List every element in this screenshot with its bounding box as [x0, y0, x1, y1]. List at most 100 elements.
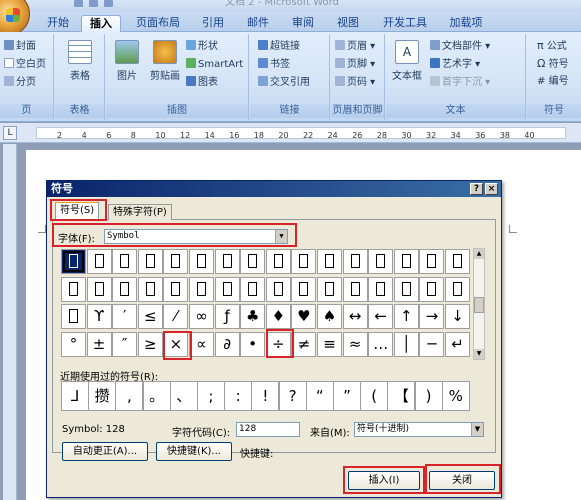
redo-icon[interactable] — [104, 0, 113, 7]
symbol-cell[interactable] — [342, 249, 368, 274]
equation-button[interactable]: π 公式 — [537, 40, 567, 53]
symbol-cell[interactable]: ♣ — [240, 304, 266, 329]
symbol-cell[interactable] — [393, 276, 419, 302]
symbol-cell[interactable] — [112, 249, 138, 274]
dialog-close-icon[interactable]: × — [485, 183, 498, 195]
recent-symbol-cell[interactable]: ) — [414, 381, 443, 411]
recent-symbol-cell[interactable]: % — [441, 381, 470, 411]
recent-symbol-cell[interactable]: ( — [360, 381, 389, 411]
recent-symbol-cell[interactable]: : — [224, 381, 253, 411]
symbol-cell[interactable] — [265, 276, 291, 302]
symbol-cell[interactable]: ≤ — [137, 304, 163, 329]
tab-home[interactable]: 开始 — [38, 15, 78, 32]
recent-symbol-cell[interactable]: ? — [278, 381, 307, 411]
page-break-button[interactable]: 分页 — [4, 76, 36, 89]
symbol-cell[interactable] — [419, 249, 445, 274]
symbol-cell[interactable] — [214, 249, 240, 274]
symbol-cell[interactable] — [445, 276, 470, 302]
bookmark-button[interactable]: 书签 — [258, 58, 290, 71]
font-select[interactable]: Symbol ▼ — [104, 229, 288, 244]
symbol-cell[interactable] — [240, 276, 266, 302]
tab-page-layout[interactable]: 页面布局 — [128, 15, 188, 32]
symbol-cell[interactable]: … — [368, 331, 394, 357]
symbol-cell[interactable] — [61, 304, 86, 329]
recent-symbol-cell[interactable]: “ — [305, 381, 334, 411]
scroll-up-icon[interactable]: ▲ — [474, 249, 484, 259]
recent-symbol-cell[interactable]: 【 — [387, 381, 416, 411]
hyperlink-button[interactable]: 超链接 — [258, 40, 300, 53]
numbering-button[interactable]: # 编号 — [537, 76, 569, 88]
recent-symbol-cell[interactable]: 。 — [142, 381, 171, 411]
header-button[interactable]: 页眉 ▾ — [335, 40, 375, 53]
tab-mailings[interactable]: 邮件 — [240, 15, 276, 32]
recent-symbol-cell[interactable]: ; — [197, 381, 225, 411]
blank-page-button[interactable]: 空白页 — [4, 58, 46, 71]
symbol-cell[interactable] — [445, 249, 470, 274]
symbol-cell[interactable] — [317, 276, 342, 302]
symbol-cell[interactable]: ← — [368, 304, 394, 329]
footer-button[interactable]: 页脚 ▾ — [335, 58, 375, 71]
recent-symbol-cell[interactable]: ⅃ — [61, 381, 89, 411]
symbol-cell[interactable] — [137, 249, 163, 274]
symbol-cell[interactable]: ♥ — [291, 304, 317, 329]
symbol-cell[interactable]: ∂ — [214, 331, 240, 357]
symbol-cell[interactable]: ♠ — [317, 304, 342, 329]
symbol-cell[interactable]: × — [163, 331, 189, 357]
tab-review[interactable]: 审阅 — [285, 15, 321, 32]
symbol-cell[interactable]: ≡ — [317, 331, 342, 357]
tab-addins[interactable]: 加载项 — [444, 15, 488, 32]
symbol-cell[interactable] — [368, 249, 394, 274]
symbol-cell[interactable]: │ — [393, 331, 419, 357]
symbol-cell[interactable]: ↓ — [445, 304, 470, 329]
symbol-cell[interactable] — [419, 276, 445, 302]
symbol-cell[interactable]: ″ — [112, 331, 138, 357]
symbol-cell[interactable] — [342, 276, 368, 302]
save-icon[interactable] — [74, 0, 83, 7]
symbol-cell[interactable]: ≠ — [291, 331, 317, 357]
symbol-cell[interactable]: ⁄ — [163, 304, 189, 329]
autocorrect-button[interactable]: 自动更正(A)... — [62, 442, 148, 461]
symbol-cell[interactable] — [86, 276, 112, 302]
drop-cap-button[interactable]: 首字下沉 ▾ — [430, 76, 490, 89]
tab-developer[interactable]: 开发工具 — [375, 15, 435, 32]
wordart-button[interactable]: 艺术字 ▾ — [430, 58, 480, 71]
recent-symbol-cell[interactable]: 、 — [169, 381, 198, 411]
tab-view[interactable]: 视图 — [330, 15, 366, 32]
tab-special-characters[interactable]: 特殊字符(P) — [108, 204, 172, 220]
recent-symbol-cell[interactable]: , — [115, 381, 144, 411]
symbol-cell[interactable]: ≥ — [137, 331, 163, 357]
symbol-cell[interactable] — [61, 249, 86, 274]
symbol-cell[interactable]: ∞ — [189, 304, 214, 329]
symbol-cell[interactable]: ° — [61, 331, 86, 357]
symbol-cell[interactable] — [163, 276, 189, 302]
chart-button[interactable]: 图表 — [186, 76, 218, 89]
symbol-cell[interactable]: ↔ — [342, 304, 368, 329]
recent-symbol-cell[interactable]: ! — [251, 381, 280, 411]
symbol-cell[interactable] — [137, 276, 163, 302]
help-button[interactable]: ? — [470, 183, 483, 195]
scroll-down-icon[interactable]: ▼ — [474, 349, 484, 359]
symbol-cell[interactable]: ≈ — [342, 331, 368, 357]
tab-references[interactable]: 引用 — [195, 15, 231, 32]
symbol-button[interactable]: Ω 符号 — [537, 58, 569, 71]
chevron-down-icon[interactable]: ▼ — [275, 230, 287, 243]
symbol-cell[interactable] — [86, 249, 112, 274]
symbol-cell[interactable]: ∝ — [189, 331, 214, 357]
symbol-cell[interactable] — [189, 249, 214, 274]
recent-symbol-cell[interactable]: 攒 — [88, 381, 117, 411]
symbol-cell[interactable] — [291, 249, 317, 274]
chevron-down-icon[interactable]: ▼ — [471, 423, 483, 436]
symbol-cell[interactable]: ƒ — [214, 304, 240, 329]
symbol-cell[interactable]: ÷ — [265, 331, 291, 357]
page-number-button[interactable]: 页码 ▾ — [335, 76, 375, 89]
textbox-button[interactable]: A 文本框 — [388, 40, 426, 82]
quick-parts-button[interactable]: 文档部件 ▾ — [430, 40, 490, 53]
symbol-cell[interactable] — [214, 276, 240, 302]
close-button[interactable]: 关闭 — [429, 471, 495, 490]
shapes-button[interactable]: 形状 — [186, 40, 218, 53]
smartart-button[interactable]: SmartArt — [186, 58, 243, 71]
recent-symbol-cell[interactable]: ” — [333, 381, 361, 411]
symbol-cell[interactable]: ↵ — [445, 331, 470, 357]
symbol-cell[interactable]: → — [419, 304, 445, 329]
tab-symbols[interactable]: 符号(S) — [55, 202, 100, 220]
